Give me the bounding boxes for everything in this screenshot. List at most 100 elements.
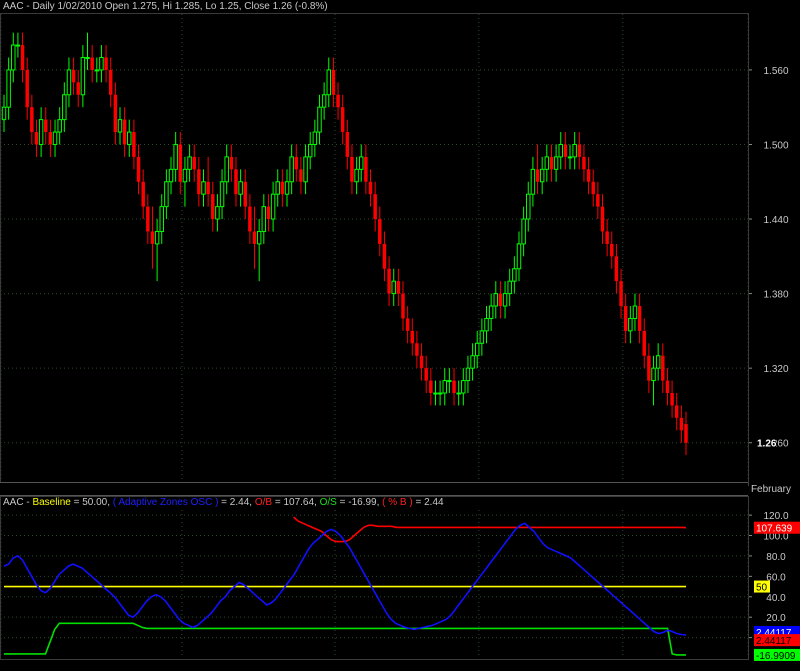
candle-body-up [354,168,359,183]
price-tick-label: 1.440 [763,215,788,226]
candle-body-down [20,45,25,70]
candle-body-down [623,306,628,331]
candle-body-down [577,144,582,157]
candle-body-down [661,355,665,381]
osc-series-o-s [4,622,686,656]
candle-body-up [544,156,550,170]
candle-body-up [117,119,123,133]
candle-body-down [25,69,29,108]
candle-body-up [1,106,7,121]
candle-body-down [136,156,141,182]
candle-body-down [122,119,127,145]
candle-body-down [619,281,623,307]
candle-body-up [488,305,494,319]
candle-body-down [108,69,113,95]
candle-body-up [484,317,489,332]
candle-body-down [424,368,428,381]
candle-body-down [141,181,145,207]
candle-body-down [336,94,340,108]
osc-tick-label: 20.0 [766,613,786,624]
candle-body-up [391,280,396,295]
candle-body-down [76,82,80,95]
candle-body-up [312,131,318,145]
candle-body-up [442,380,447,394]
candle-body-down [582,156,586,170]
osc-lines [3,516,687,656]
osc-legend-part: ( % B ) [382,497,413,508]
price-tick-label: 1.380 [763,290,788,301]
osc-series-o-b [293,516,687,543]
candle-body-down [294,156,299,170]
candle-body-down [610,243,614,257]
osc-series-adaptive-zones-osc [3,522,687,636]
candle-body-down [113,94,118,133]
candle-body-down [150,231,155,244]
candle-body-down [364,156,368,182]
candle-body-up [99,56,104,71]
candle-body-up [567,156,573,159]
candle-body-up [632,305,638,319]
candle-body-up [526,193,531,220]
candle-body-down [48,132,53,145]
candle-body-down [34,132,39,145]
candle-body-up [321,94,327,108]
candle-body-down [396,281,401,294]
osc-legend-part: AAC - [3,497,33,508]
candle-body-up [219,181,225,208]
candle-body-up [502,293,508,307]
candle-body-up [154,230,160,245]
osc-grid [0,514,748,639]
candle-body-up [168,168,174,183]
candle-body-up [539,168,545,183]
candle-body-up [6,69,11,108]
candle-body-up [326,69,332,96]
candle-body-down [405,318,410,331]
osc-legend-part: Baseline [32,497,71,508]
candle-body-up [164,181,169,208]
candle-body-up [479,330,485,344]
candle-body-down [549,156,554,170]
candle-body-down [378,219,382,244]
candle-body-down [429,380,433,394]
candle-body-down [252,231,257,244]
candle-body-down [670,393,674,406]
candle-body-down [234,169,238,195]
candle-body-up [15,44,21,47]
candle-body-down [30,107,34,133]
osc-tick-label: 80.0 [766,552,786,563]
candle-body-down [419,355,424,369]
candle-body-down [206,181,210,195]
candle-body-down [248,206,252,232]
price-tick-label: 1.500 [763,140,788,151]
candle-body-down [498,293,503,307]
candle-body-up [275,181,280,195]
candle-body-up [80,56,86,96]
osc-value-tag: 107.639 [756,524,793,535]
candle-body-down [614,256,619,282]
candle-body-down [229,156,234,170]
candle-body-up [284,181,290,195]
osc-y-axis: 120.0100.080.060.040.020.00.00107.639502… [748,511,800,662]
candle-body-down [647,355,651,381]
candle-body-down [146,206,150,232]
candle-body-up [224,156,229,183]
candle-body-up [651,367,656,382]
candle-body-up [553,156,559,170]
price-tick-label: 1.320 [763,364,788,375]
candle-body-up [628,317,633,332]
candle-body-down [401,293,405,319]
candle-body-up [94,69,100,72]
candle-body-down [452,380,456,394]
candle-body-up [173,143,178,170]
candle-body-up [507,280,512,295]
candle-body-down [600,206,605,232]
osc-legend: AAC - Baseline = 50.00, ( Adaptive Zones… [3,497,444,508]
date-tick-label: February [751,484,791,495]
candle-body-down [637,306,642,331]
candle-body-up [11,44,16,71]
last-price-tag: 1.26 [757,439,777,450]
candle-body-up [512,268,517,282]
candle-body-up [516,243,522,270]
price-panel-frame [0,13,749,483]
candle-body-up [57,119,62,133]
